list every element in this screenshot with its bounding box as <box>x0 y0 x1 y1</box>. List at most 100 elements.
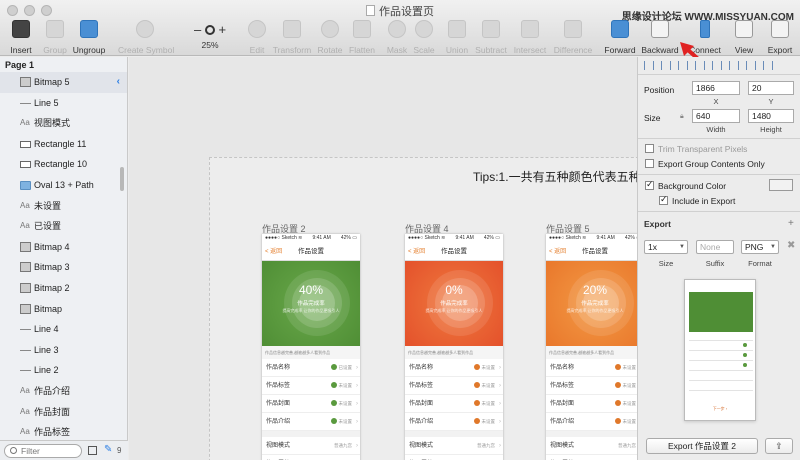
trim-pixels-checkbox[interactable]: Trim Transparent Pixels <box>645 144 747 154</box>
background-color-swatch[interactable] <box>769 179 793 191</box>
settings-row[interactable]: 作品封面 未设置 › <box>546 395 637 413</box>
settings-row[interactable]: 作品介绍 未设置 › <box>262 413 360 431</box>
subtract-icon <box>482 20 500 38</box>
completion-hint: 提高完成率 让你的作品更吸引人 <box>282 308 340 313</box>
y-field[interactable]: 20 <box>748 81 794 95</box>
completion-hero: 0% 作品完成率 提高完成率 让你的作品更吸引人 <box>405 261 503 346</box>
layer-label: Bitmap 2 <box>34 282 70 293</box>
settings-row[interactable]: 作品名称 已设置 › <box>262 359 360 377</box>
ungroup-button[interactable]: Ungroup <box>62 20 116 58</box>
artboard-phone[interactable]: ●●●●○ Sketch ≋ 9:41 AM 42% ▭ < 返回 作品设置 0… <box>405 234 503 460</box>
height-field[interactable]: 1480 <box>748 109 794 123</box>
layer-item[interactable]: Rectangle 11 <box>0 134 127 155</box>
layer-item[interactable]: Aa 已设置 <box>0 216 127 237</box>
layer-item[interactable]: Line 3 <box>0 340 127 361</box>
layer-label: 作品封面 <box>34 406 71 417</box>
align-center-h-icon[interactable] <box>661 61 671 70</box>
layer-item[interactable]: Aa 未设置 <box>0 196 127 217</box>
completion-hero: 20% 作品完成率 提高完成率 让你的作品更吸引人 <box>546 261 637 346</box>
export-scale-select[interactable]: 1x ▼ <box>644 240 688 254</box>
distribute-h-icon[interactable] <box>695 61 705 70</box>
completion-hint: 提高完成率 让你的作品更吸引人 <box>425 308 483 313</box>
layer-item[interactable]: Bitmap 4 <box>0 237 127 258</box>
layer-item[interactable]: Rectangle 10 <box>0 154 127 175</box>
settings-row[interactable]: 作品名称 未设置 › <box>405 359 503 377</box>
align-bottom-icon[interactable] <box>746 61 756 70</box>
layer-item[interactable]: Bitmap 5 ‹ <box>0 72 127 93</box>
layer-item[interactable]: Aa 作品介绍 <box>0 381 127 402</box>
settings-row[interactable]: 作品介绍 未设置 › <box>405 413 503 431</box>
settings-row[interactable]: 作品标签 未设置 › <box>405 377 503 395</box>
divider <box>638 138 800 139</box>
align-right-icon[interactable] <box>678 61 688 70</box>
chevron-right-icon: › <box>356 443 358 449</box>
attributes-row[interactable]: 作品属性 <box>262 455 360 460</box>
status-dot-icon <box>330 382 337 388</box>
difference-icon <box>564 20 582 38</box>
layer-item[interactable]: ▶Oval 13 + Path <box>0 175 127 196</box>
chevron-right-icon: › <box>499 365 501 371</box>
export-toolbar-button[interactable]: Export <box>753 20 800 58</box>
width-field[interactable]: 640 <box>692 109 740 123</box>
page-label[interactable]: Page 1 <box>0 57 127 72</box>
view-mode-row[interactable]: 视图模式 普通九宫 › <box>405 437 503 455</box>
layer-item[interactable]: Line 4 <box>0 319 127 340</box>
layer-item[interactable]: Bitmap 2 <box>0 278 127 299</box>
settings-row[interactable]: 作品名称 未设置 › <box>546 359 637 377</box>
attributes-row[interactable]: 作品属性 <box>546 455 637 460</box>
background-color-checkbox[interactable]: Background Color <box>645 179 726 191</box>
x-field[interactable]: 1866 <box>692 81 740 95</box>
difference-button[interactable]: Difference <box>546 20 600 58</box>
layer-item[interactable]: Line 5 <box>0 93 127 114</box>
align-top-icon[interactable] <box>712 61 722 70</box>
export-artboard-button[interactable]: Export 作品设置 2 <box>646 438 758 454</box>
remove-export-button[interactable]: ✖ <box>787 240 795 251</box>
align-middle-icon[interactable] <box>729 61 739 70</box>
export-group-contents-checkbox[interactable]: Export Group Contents Only <box>645 159 765 169</box>
sidebar-scrollbar[interactable] <box>120 167 124 191</box>
line-icon <box>20 349 31 351</box>
filter-input[interactable]: Filter <box>4 444 82 458</box>
status-dot-icon <box>330 400 337 406</box>
include-in-export-checkbox[interactable]: Include in Export <box>659 194 735 206</box>
align-left-icon[interactable] <box>644 61 654 70</box>
layer-item[interactable]: Bitmap <box>0 299 127 320</box>
layer-item[interactable]: Bitmap 3 <box>0 257 127 278</box>
status-dot-icon <box>330 364 337 370</box>
layer-item[interactable]: Aa 视图模式 <box>0 113 127 134</box>
export-format-select[interactable]: PNG ▼ <box>741 240 779 254</box>
artboard-phone[interactable]: ●●●●○ Sketch ≋ 9:41 AM 42% ▭ < 返回 作品设置 2… <box>546 234 637 460</box>
chevron-right-icon: › <box>499 383 501 389</box>
edit-pen-icon[interactable]: ✎ <box>104 444 112 455</box>
transform-icon <box>283 20 301 38</box>
view-mode-row[interactable]: 视图模式 普通九宫 › <box>262 437 360 455</box>
settings-row[interactable]: 作品封面 未设置 › <box>262 395 360 413</box>
layer-item[interactable]: Aa 作品封面 <box>0 402 127 423</box>
settings-row[interactable]: 作品介绍 未设置 › <box>546 413 637 431</box>
zoom-control[interactable]: – + 25% <box>188 22 232 50</box>
view-mode-row[interactable]: 视图模式 普通九宫 › <box>546 437 637 455</box>
settings-row[interactable]: 作品标签 未设置 › <box>262 377 360 395</box>
attributes-row[interactable]: 作品属性 <box>405 455 503 460</box>
settings-row[interactable]: 作品封面 未设置 › <box>405 395 503 413</box>
add-export-button[interactable]: + <box>788 218 794 229</box>
lock-icon[interactable]: 🔒︎ <box>680 113 684 121</box>
pages-toggle-icon[interactable] <box>88 446 97 455</box>
magnifier-icon <box>204 25 215 35</box>
completion-percent: 40% <box>298 283 324 297</box>
canvas[interactable]: Tips:1.一共有五种颜色代表五种 作品设置 2 ●●●●○ Sketch ≋… <box>129 57 637 460</box>
settings-row[interactable]: 作品标签 未设置 › <box>546 377 637 395</box>
chevron-right-icon: › <box>499 419 501 425</box>
artboard-phone[interactable]: ●●●●○ Sketch ≋ 9:41 AM 42% ▭ < 返回 作品设置 4… <box>262 234 360 460</box>
layer-item[interactable]: Line 2 <box>0 360 127 381</box>
distribute-v-icon[interactable] <box>763 61 773 70</box>
layer-label: Oval 13 + Path <box>34 179 94 190</box>
zoom-out-button[interactable]: – <box>194 22 201 37</box>
filter-bar: Filter ✎ 9 <box>0 440 128 460</box>
create-symbol-button[interactable]: Create Symbol <box>118 20 174 58</box>
symbol-icon <box>136 20 154 38</box>
share-icon <box>771 20 789 38</box>
export-suffix-input[interactable]: None <box>696 240 734 254</box>
share-button[interactable]: ⇪ <box>765 438 793 454</box>
zoom-in-button[interactable]: + <box>218 22 226 37</box>
